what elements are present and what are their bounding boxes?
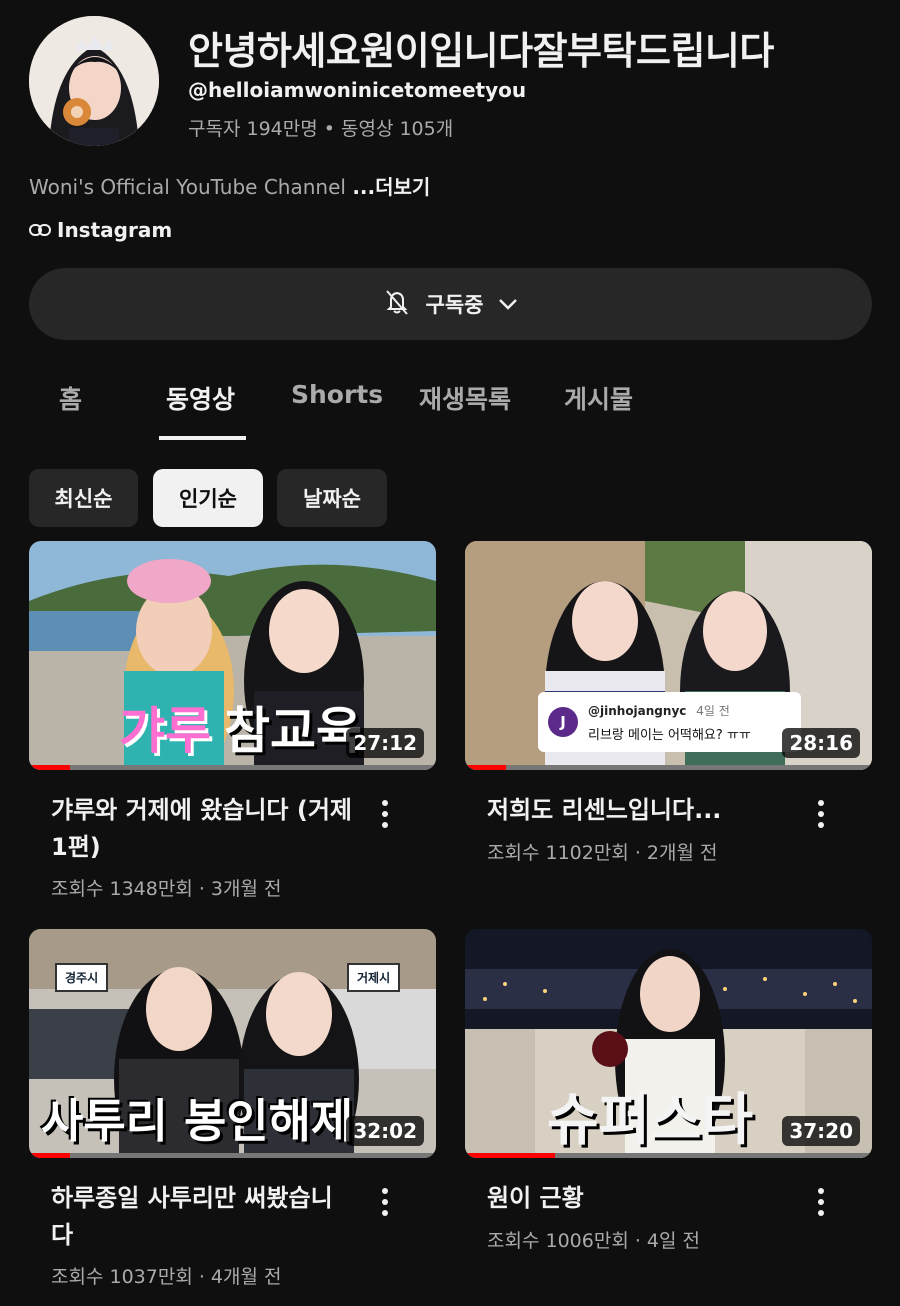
video-meta: 조회수 1006만회 · 4일 전 [487, 1230, 701, 1252]
watch-progress-bar [29, 765, 70, 770]
watch-progress-bar [465, 765, 506, 770]
comment-user: @jinhojangnyc [588, 704, 687, 718]
comment-overlay: J @jinhojangnyc 4일 전 리브랑 메이는 어떡해요? ㅠㅠ [538, 692, 801, 752]
progress-track [29, 1153, 436, 1158]
video-meta: 조회수 1348만회 · 3개월 전 [51, 878, 282, 900]
video-meta: 조회수 1037만회 · 4개월 전 [51, 1266, 282, 1288]
video-duration: 28:16 [782, 728, 860, 758]
thumbnail-overlay-text: 갸루 [119, 701, 211, 760]
more-options-icon[interactable] [806, 1182, 836, 1222]
video-duration: 37:20 [782, 1116, 860, 1146]
video-duration: 32:02 [346, 1116, 424, 1146]
chip-latest[interactable]: 최신순 [29, 469, 138, 527]
more-link[interactable]: ...더보기 [352, 175, 430, 199]
channel-tabs: 홈 동영상 Shorts 재생목록 게시물 [29, 370, 900, 440]
chevron-down-icon [497, 292, 519, 316]
sign-left: 경주시 [55, 963, 109, 992]
subscribe-label: 구독중 [425, 293, 484, 317]
video-title[interactable]: 저희도 리센느입니다... [487, 792, 797, 829]
thumbnail-overlay-text: 슈퍼스타 [547, 1087, 754, 1153]
channel-name: 안녕하세요원이입니다잘부탁드립니다 [188, 29, 774, 73]
progress-track [465, 765, 872, 770]
channel-avatar[interactable] [29, 16, 159, 146]
link-icon [29, 218, 51, 242]
thumbnail-overlay-text: 참교육 [224, 701, 362, 760]
more-options-icon[interactable] [370, 1182, 400, 1222]
sign-right: 거제시 [347, 963, 401, 992]
channel-stats: 구독자 194만명 • 동영상 105개 [188, 118, 454, 140]
chip-popular[interactable]: 인기순 [153, 469, 263, 527]
chip-oldest[interactable]: 날짜순 [277, 469, 387, 527]
tab-videos[interactable]: 동영상 [166, 380, 235, 416]
video-title[interactable]: 갸루와 거제에 왔습니다 (거제 1편) [51, 792, 361, 866]
comment-header: @jinhojangnyc 4일 전 [588, 702, 730, 719]
video-thumbnail[interactable]: 갸루 참교육 27:12 [29, 541, 436, 770]
instagram-link[interactable]: Instagram [29, 218, 172, 242]
video-thumbnail[interactable]: 슈퍼스타 37:20 [465, 929, 872, 1158]
active-tab-indicator [159, 436, 246, 440]
watch-progress-bar [29, 1153, 70, 1158]
description-text: Woni's Official YouTube Channel [29, 175, 346, 199]
tab-home[interactable]: 홈 [59, 380, 82, 416]
video-title[interactable]: 하루종일 사투리만 써봤습니다 [51, 1180, 341, 1254]
video-meta: 조회수 1102만회 · 2개월 전 [487, 842, 718, 864]
channel-handle: @helloiamwoninicetomeetyou [188, 78, 527, 102]
bell-off-icon [382, 287, 412, 322]
tab-shorts[interactable]: Shorts [291, 380, 383, 409]
video-thumbnail[interactable]: 경주시 거제시 사투리 봉인해제 32:02 [29, 929, 436, 1158]
more-options-icon[interactable] [370, 794, 400, 834]
channel-description[interactable]: Woni's Official YouTube Channel ...더보기 [29, 171, 430, 200]
comment-time: 4일 전 [696, 704, 730, 718]
tab-playlists[interactable]: 재생목록 [419, 380, 511, 416]
progress-track [29, 765, 436, 770]
thumbnail-overlay-text: 사투리 봉인해제 [41, 1094, 354, 1148]
video-title[interactable]: 원이 근황 [487, 1180, 797, 1217]
comment-text: 리브랑 메이는 어떡해요? ㅠㅠ [588, 728, 751, 743]
link-label: Instagram [57, 218, 173, 242]
subscribed-button[interactable]: 구독중 [29, 268, 872, 340]
more-options-icon[interactable] [806, 794, 836, 834]
comment-avatar: J [548, 707, 578, 737]
tab-posts[interactable]: 게시물 [564, 380, 633, 416]
watch-progress-bar [465, 1153, 555, 1158]
video-duration: 27:12 [346, 728, 424, 758]
video-thumbnail[interactable]: J @jinhojangnyc 4일 전 리브랑 메이는 어떡해요? ㅠㅠ 28… [465, 541, 872, 770]
